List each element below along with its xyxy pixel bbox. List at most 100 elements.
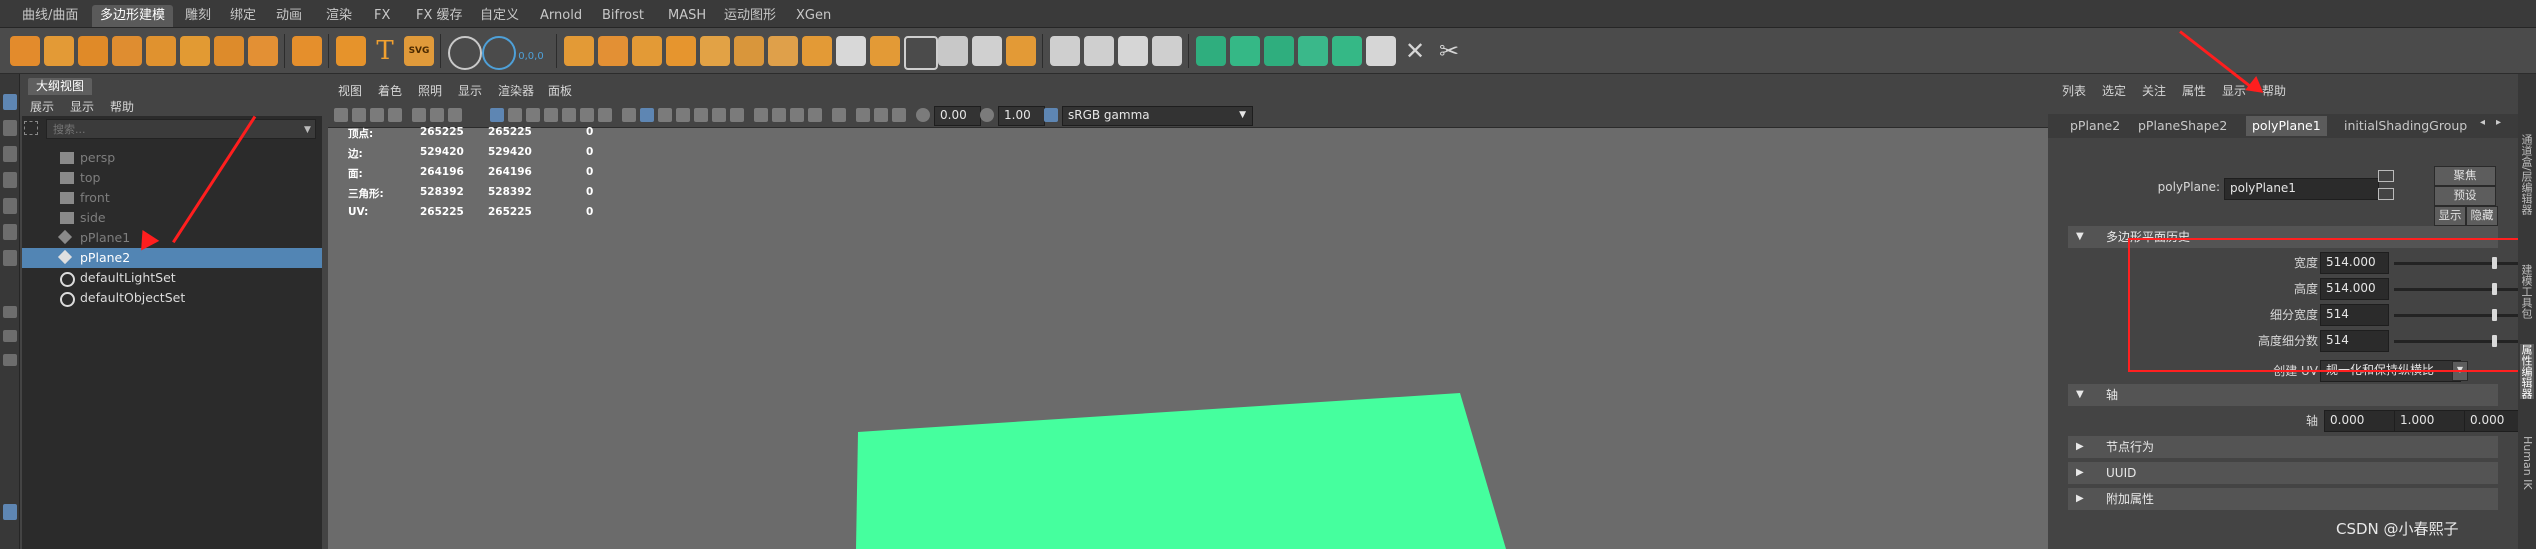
shelf-tab-motion-graphics[interactable]: 运动图形	[716, 5, 784, 27]
ae-menu-list[interactable]: 列表	[2062, 82, 2086, 99]
boolean-icon[interactable]	[666, 36, 696, 66]
vtab-human-ik[interactable]: Human IK	[2520, 436, 2534, 490]
poke-icon[interactable]	[1332, 36, 1362, 66]
shelf-tab-fx-cache[interactable]: FX 缓存	[408, 5, 471, 27]
smooth-icon[interactable]	[700, 36, 730, 66]
bevel-icon[interactable]	[802, 36, 832, 66]
outliner-search-input[interactable]	[46, 119, 316, 139]
shelf-tab-rigging[interactable]: 绑定	[222, 5, 264, 27]
sculpt-icon[interactable]: ✕	[1400, 36, 1430, 66]
soccer-ball-icon[interactable]	[292, 36, 322, 66]
tab-pplane2[interactable]: pPlane2	[2064, 116, 2126, 136]
shelf-tab-animation[interactable]: 动画	[268, 5, 310, 27]
separate-icon[interactable]	[598, 36, 628, 66]
hide-button[interactable]: 隐藏	[2466, 206, 2498, 226]
shelf-tab-fx[interactable]: FX	[366, 5, 398, 27]
focus-button[interactable]: 聚焦	[2434, 166, 2496, 186]
collapse-icon[interactable]: ✂	[1434, 36, 1464, 66]
section-axis[interactable]: ▼ 轴	[2068, 384, 2498, 406]
target-weld-icon[interactable]	[1152, 36, 1182, 66]
tab-scroll-right-icon[interactable]: ▸	[2496, 117, 2501, 128]
ae-menu-focus[interactable]: 关注	[2142, 82, 2166, 99]
presets-button[interactable]: 预设	[2434, 186, 2496, 206]
search-dropdown-icon[interactable]: ▼	[304, 125, 311, 135]
outliner-menu-help[interactable]: 帮助	[110, 98, 134, 115]
poly-disc-icon[interactable]	[214, 36, 244, 66]
paint-select-icon[interactable]	[3, 146, 17, 162]
split-polygon-icon[interactable]	[1264, 36, 1294, 66]
type-tool-icon[interactable]: T	[370, 36, 400, 66]
combine-icon[interactable]	[564, 36, 594, 66]
grid-icon[interactable]	[904, 36, 938, 70]
poly-cone-icon[interactable]	[112, 36, 142, 66]
coord-readout-icon[interactable]: 0,0,0	[516, 36, 546, 66]
rotate-tool-icon[interactable]	[3, 198, 17, 214]
svg-tool-icon[interactable]: SVG	[404, 36, 434, 66]
outliner-item-default-object-set[interactable]: defaultObjectSet	[22, 288, 322, 308]
outliner-item-pplane1[interactable]: pPlane1	[22, 228, 322, 248]
shelf-tab-rendering[interactable]: 渲染	[318, 5, 360, 27]
section-extra-attributes[interactable]: ▶ 附加属性	[2068, 488, 2498, 510]
shelf-tab-bifrost[interactable]: Bifrost	[594, 5, 652, 27]
node-name-field[interactable]: polyPlane1	[2224, 178, 2379, 200]
uv-editor-icon[interactable]	[836, 36, 866, 66]
snap-pivot-icon[interactable]	[482, 36, 516, 70]
outliner-item-pplane2[interactable]: pPlane2	[22, 248, 322, 268]
outliner-item-persp[interactable]: persp	[22, 148, 322, 168]
move-tool-icon[interactable]	[3, 172, 17, 188]
platonic-solid-icon[interactable]	[248, 36, 278, 66]
focus-input-icon[interactable]	[2378, 170, 2394, 182]
last-tool-icon[interactable]	[3, 250, 17, 266]
extract-icon[interactable]	[632, 36, 662, 66]
outliner-item-top[interactable]: top	[22, 168, 322, 188]
shelf-tab-custom[interactable]: 自定义	[472, 5, 527, 27]
reduce-icon[interactable]	[734, 36, 764, 66]
chamfer-icon[interactable]	[1366, 36, 1396, 66]
outliner-menu-display[interactable]: 展示	[30, 98, 54, 115]
shelf-tab-mash[interactable]: MASH	[660, 5, 714, 27]
four-pane-layout-icon[interactable]	[3, 330, 17, 342]
mirror-icon[interactable]	[768, 36, 798, 66]
tab-polyplane1[interactable]: polyPlane1	[2246, 116, 2327, 136]
outliner-item-front[interactable]: front	[22, 188, 322, 208]
vtab-attribute-editor[interactable]: 属性编辑器	[2520, 344, 2534, 399]
extrude-icon[interactable]	[1006, 36, 1036, 66]
shelf-tab-curves[interactable]: 曲线/曲面	[14, 5, 86, 27]
poly-cube-icon[interactable]	[44, 36, 74, 66]
bridge-icon[interactable]	[972, 36, 1002, 66]
tab-scroll-left-icon[interactable]: ◂	[2480, 117, 2485, 128]
lasso-tool-icon[interactable]	[3, 120, 17, 136]
focus-output-icon[interactable]	[2378, 188, 2394, 200]
ae-menu-show[interactable]: 显示	[2222, 82, 2246, 99]
select-tool-icon[interactable]	[3, 94, 17, 110]
show-button[interactable]: 显示	[2434, 206, 2466, 226]
outliner-item-default-light-set[interactable]: defaultLightSet	[22, 268, 322, 288]
poly-plane-icon[interactable]	[180, 36, 210, 66]
vtab-modeling-toolkit[interactable]: 建模工具包	[2520, 264, 2534, 319]
single-pane-layout-icon[interactable]	[3, 306, 17, 318]
section-uuid[interactable]: ▶ UUID	[2068, 462, 2498, 484]
tab-pplaneshape2[interactable]: pPlaneShape2	[2132, 116, 2233, 136]
ae-menu-attributes[interactable]: 属性	[2182, 82, 2206, 99]
side-by-side-layout-icon[interactable]	[3, 354, 17, 366]
shelf-tab-sculpt[interactable]: 雕刻	[177, 5, 219, 27]
tab-initial-shading-group[interactable]: initialShadingGroup	[2338, 116, 2473, 136]
ae-menu-selected[interactable]: 选定	[2102, 82, 2126, 99]
unfold-icon[interactable]	[870, 36, 900, 66]
outliner-menu-show[interactable]: 显示	[70, 98, 94, 115]
search-filter-icon[interactable]	[24, 121, 38, 135]
shelf-tab-xgen[interactable]: XGen	[788, 5, 839, 27]
fill-hole-icon[interactable]	[938, 36, 968, 66]
append-polygon-icon[interactable]	[1196, 36, 1226, 66]
vtab-channel-box[interactable]: 通道盒/层编辑器	[2520, 134, 2534, 215]
outliner-item-side[interactable]: side	[22, 208, 322, 228]
measure-tool-icon[interactable]	[448, 36, 482, 70]
axis-y-field[interactable]: 1.000	[2394, 410, 2467, 432]
shelf-tab-poly-modeling[interactable]: 多边形建模	[92, 5, 174, 27]
offset-edge-loop-icon[interactable]	[1118, 36, 1148, 66]
multi-cut-icon[interactable]	[1050, 36, 1080, 66]
poly-sphere-icon[interactable]	[10, 36, 40, 66]
outliner-persp-layout-icon[interactable]	[3, 504, 17, 520]
wedge-icon[interactable]	[1298, 36, 1328, 66]
shelf-tab-arnold[interactable]: Arnold	[532, 5, 590, 27]
